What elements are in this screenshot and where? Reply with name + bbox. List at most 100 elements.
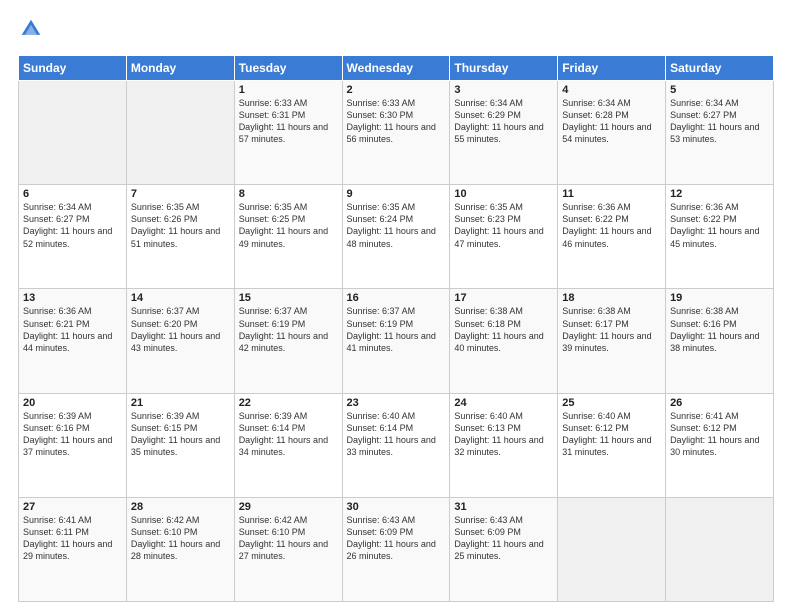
cell-info: Sunrise: 6:34 AM Sunset: 6:29 PM Dayligh…	[454, 97, 553, 146]
day-number: 25	[562, 397, 661, 409]
cell-info: Sunrise: 6:40 AM Sunset: 6:12 PM Dayligh…	[562, 410, 661, 459]
day-number: 23	[347, 397, 446, 409]
calendar-cell: 31Sunrise: 6:43 AM Sunset: 6:09 PM Dayli…	[450, 497, 558, 601]
cell-info: Sunrise: 6:36 AM Sunset: 6:22 PM Dayligh…	[562, 201, 661, 250]
calendar-cell: 13Sunrise: 6:36 AM Sunset: 6:21 PM Dayli…	[19, 289, 127, 393]
day-number: 15	[239, 292, 338, 304]
cell-info: Sunrise: 6:41 AM Sunset: 6:12 PM Dayligh…	[670, 410, 769, 459]
calendar-cell: 17Sunrise: 6:38 AM Sunset: 6:18 PM Dayli…	[450, 289, 558, 393]
day-number: 8	[239, 188, 338, 200]
day-number: 31	[454, 501, 553, 513]
day-number: 20	[23, 397, 122, 409]
logo	[18, 18, 44, 45]
calendar-cell: 25Sunrise: 6:40 AM Sunset: 6:12 PM Dayli…	[558, 393, 666, 497]
logo-icon	[20, 18, 42, 40]
day-number: 22	[239, 397, 338, 409]
header	[18, 18, 774, 45]
calendar-cell: 2Sunrise: 6:33 AM Sunset: 6:30 PM Daylig…	[342, 81, 450, 185]
cell-info: Sunrise: 6:36 AM Sunset: 6:22 PM Dayligh…	[670, 201, 769, 250]
day-number: 28	[131, 501, 230, 513]
calendar-cell: 12Sunrise: 6:36 AM Sunset: 6:22 PM Dayli…	[666, 185, 774, 289]
calendar-cell: 3Sunrise: 6:34 AM Sunset: 6:29 PM Daylig…	[450, 81, 558, 185]
weekday-header: Wednesday	[342, 56, 450, 81]
day-number: 18	[562, 292, 661, 304]
weekday-header: Thursday	[450, 56, 558, 81]
calendar-cell: 5Sunrise: 6:34 AM Sunset: 6:27 PM Daylig…	[666, 81, 774, 185]
calendar-cell	[19, 81, 127, 185]
calendar-cell: 16Sunrise: 6:37 AM Sunset: 6:19 PM Dayli…	[342, 289, 450, 393]
calendar-cell: 15Sunrise: 6:37 AM Sunset: 6:19 PM Dayli…	[234, 289, 342, 393]
weekday-header: Friday	[558, 56, 666, 81]
calendar-cell	[126, 81, 234, 185]
cell-info: Sunrise: 6:33 AM Sunset: 6:31 PM Dayligh…	[239, 97, 338, 146]
calendar-cell: 29Sunrise: 6:42 AM Sunset: 6:10 PM Dayli…	[234, 497, 342, 601]
day-number: 7	[131, 188, 230, 200]
day-number: 5	[670, 84, 769, 96]
day-number: 17	[454, 292, 553, 304]
cell-info: Sunrise: 6:42 AM Sunset: 6:10 PM Dayligh…	[239, 514, 338, 563]
day-number: 4	[562, 84, 661, 96]
calendar-cell: 30Sunrise: 6:43 AM Sunset: 6:09 PM Dayli…	[342, 497, 450, 601]
cell-info: Sunrise: 6:35 AM Sunset: 6:23 PM Dayligh…	[454, 201, 553, 250]
day-number: 11	[562, 188, 661, 200]
calendar-header: SundayMondayTuesdayWednesdayThursdayFrid…	[19, 56, 774, 81]
calendar-cell: 23Sunrise: 6:40 AM Sunset: 6:14 PM Dayli…	[342, 393, 450, 497]
day-number: 30	[347, 501, 446, 513]
calendar-cell: 4Sunrise: 6:34 AM Sunset: 6:28 PM Daylig…	[558, 81, 666, 185]
calendar-cell	[666, 497, 774, 601]
cell-info: Sunrise: 6:40 AM Sunset: 6:14 PM Dayligh…	[347, 410, 446, 459]
cell-info: Sunrise: 6:38 AM Sunset: 6:16 PM Dayligh…	[670, 305, 769, 354]
calendar-cell: 19Sunrise: 6:38 AM Sunset: 6:16 PM Dayli…	[666, 289, 774, 393]
day-number: 13	[23, 292, 122, 304]
day-number: 9	[347, 188, 446, 200]
day-number: 6	[23, 188, 122, 200]
cell-info: Sunrise: 6:37 AM Sunset: 6:19 PM Dayligh…	[239, 305, 338, 354]
cell-info: Sunrise: 6:33 AM Sunset: 6:30 PM Dayligh…	[347, 97, 446, 146]
cell-info: Sunrise: 6:40 AM Sunset: 6:13 PM Dayligh…	[454, 410, 553, 459]
day-number: 27	[23, 501, 122, 513]
calendar-cell: 9Sunrise: 6:35 AM Sunset: 6:24 PM Daylig…	[342, 185, 450, 289]
cell-info: Sunrise: 6:35 AM Sunset: 6:25 PM Dayligh…	[239, 201, 338, 250]
day-number: 19	[670, 292, 769, 304]
calendar-cell: 6Sunrise: 6:34 AM Sunset: 6:27 PM Daylig…	[19, 185, 127, 289]
calendar-cell: 20Sunrise: 6:39 AM Sunset: 6:16 PM Dayli…	[19, 393, 127, 497]
calendar-cell: 21Sunrise: 6:39 AM Sunset: 6:15 PM Dayli…	[126, 393, 234, 497]
cell-info: Sunrise: 6:38 AM Sunset: 6:18 PM Dayligh…	[454, 305, 553, 354]
calendar-cell: 22Sunrise: 6:39 AM Sunset: 6:14 PM Dayli…	[234, 393, 342, 497]
cell-info: Sunrise: 6:39 AM Sunset: 6:16 PM Dayligh…	[23, 410, 122, 459]
cell-info: Sunrise: 6:36 AM Sunset: 6:21 PM Dayligh…	[23, 305, 122, 354]
cell-info: Sunrise: 6:34 AM Sunset: 6:27 PM Dayligh…	[23, 201, 122, 250]
calendar-table: SundayMondayTuesdayWednesdayThursdayFrid…	[18, 55, 774, 602]
calendar-cell: 1Sunrise: 6:33 AM Sunset: 6:31 PM Daylig…	[234, 81, 342, 185]
day-number: 1	[239, 84, 338, 96]
page: SundayMondayTuesdayWednesdayThursdayFrid…	[0, 0, 792, 612]
day-number: 12	[670, 188, 769, 200]
calendar-cell	[558, 497, 666, 601]
weekday-header: Monday	[126, 56, 234, 81]
calendar-cell: 8Sunrise: 6:35 AM Sunset: 6:25 PM Daylig…	[234, 185, 342, 289]
weekday-header: Sunday	[19, 56, 127, 81]
calendar-cell: 7Sunrise: 6:35 AM Sunset: 6:26 PM Daylig…	[126, 185, 234, 289]
cell-info: Sunrise: 6:37 AM Sunset: 6:20 PM Dayligh…	[131, 305, 230, 354]
day-number: 16	[347, 292, 446, 304]
day-number: 3	[454, 84, 553, 96]
cell-info: Sunrise: 6:41 AM Sunset: 6:11 PM Dayligh…	[23, 514, 122, 563]
calendar-cell: 26Sunrise: 6:41 AM Sunset: 6:12 PM Dayli…	[666, 393, 774, 497]
cell-info: Sunrise: 6:43 AM Sunset: 6:09 PM Dayligh…	[347, 514, 446, 563]
cell-info: Sunrise: 6:43 AM Sunset: 6:09 PM Dayligh…	[454, 514, 553, 563]
cell-info: Sunrise: 6:35 AM Sunset: 6:24 PM Dayligh…	[347, 201, 446, 250]
weekday-header: Tuesday	[234, 56, 342, 81]
calendar-cell: 14Sunrise: 6:37 AM Sunset: 6:20 PM Dayli…	[126, 289, 234, 393]
day-number: 24	[454, 397, 553, 409]
weekday-header: Saturday	[666, 56, 774, 81]
cell-info: Sunrise: 6:39 AM Sunset: 6:14 PM Dayligh…	[239, 410, 338, 459]
calendar-cell: 18Sunrise: 6:38 AM Sunset: 6:17 PM Dayli…	[558, 289, 666, 393]
calendar-cell: 11Sunrise: 6:36 AM Sunset: 6:22 PM Dayli…	[558, 185, 666, 289]
calendar-cell: 27Sunrise: 6:41 AM Sunset: 6:11 PM Dayli…	[19, 497, 127, 601]
day-number: 29	[239, 501, 338, 513]
cell-info: Sunrise: 6:38 AM Sunset: 6:17 PM Dayligh…	[562, 305, 661, 354]
cell-info: Sunrise: 6:35 AM Sunset: 6:26 PM Dayligh…	[131, 201, 230, 250]
calendar-cell: 10Sunrise: 6:35 AM Sunset: 6:23 PM Dayli…	[450, 185, 558, 289]
day-number: 10	[454, 188, 553, 200]
cell-info: Sunrise: 6:42 AM Sunset: 6:10 PM Dayligh…	[131, 514, 230, 563]
